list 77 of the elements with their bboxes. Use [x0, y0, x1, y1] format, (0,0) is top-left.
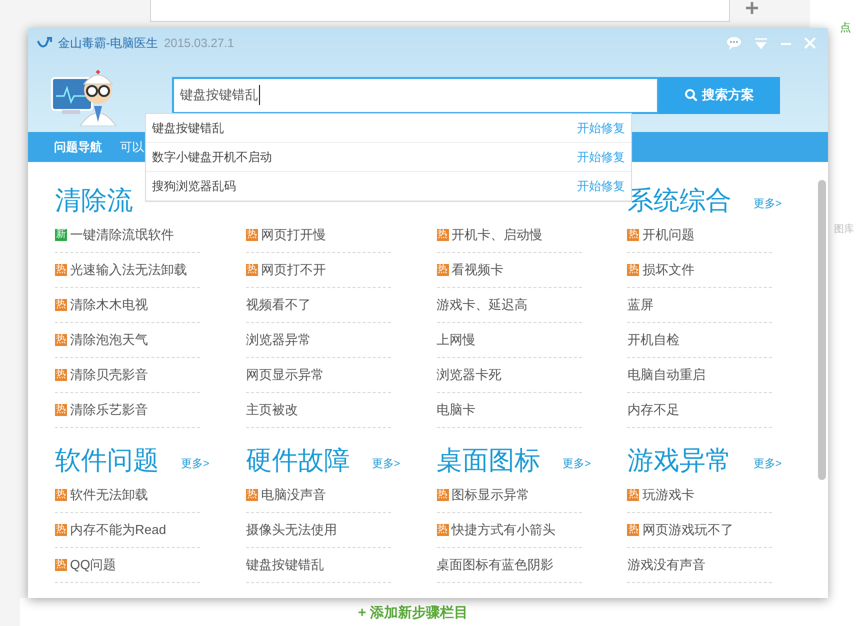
badge: 热 — [436, 264, 448, 276]
topic-link[interactable]: 玩游戏卡 — [642, 485, 694, 505]
section-title: 游戏异常 — [627, 444, 732, 476]
badge: 热 — [246, 489, 258, 501]
suggestion-item[interactable]: 键盘按键错乱 — [152, 119, 224, 137]
badge: 热 — [55, 264, 67, 276]
topic-link[interactable]: 摄像头无法使用 — [246, 520, 337, 540]
topic-link[interactable]: 主页被改 — [246, 400, 298, 420]
section-title: 软件问题 — [55, 444, 159, 476]
chat-icon[interactable] — [726, 36, 742, 50]
suggestion-item[interactable]: 数字小键盘开机不启动 — [152, 148, 272, 166]
topic-link[interactable]: 游戏没有声音 — [627, 555, 706, 575]
topic-link[interactable]: 电脑卡 — [436, 400, 476, 420]
topic-link[interactable]: 软件无法卸载 — [70, 485, 148, 505]
topic-link[interactable]: 内存不足 — [627, 400, 680, 420]
scrollbar-thumb[interactable] — [818, 180, 826, 480]
topic-link[interactable]: 电脑自动重启 — [627, 365, 706, 385]
topic-link[interactable]: 网页打开慢 — [260, 225, 326, 245]
badge: 热 — [436, 229, 448, 241]
badge: 热 — [55, 299, 67, 311]
topic-link[interactable]: 图标显示异常 — [452, 485, 530, 505]
topic-link[interactable]: 清除泡泡天气 — [70, 330, 148, 350]
topic-link[interactable]: 损坏文件 — [642, 260, 694, 280]
badge: 热 — [246, 229, 258, 241]
close-icon[interactable] — [804, 37, 816, 49]
text-area[interactable] — [150, 0, 730, 22]
badge: 新 — [55, 229, 67, 241]
app-name: 金山毒霸-电脑医生 — [58, 35, 158, 52]
badge: 热 — [246, 264, 258, 276]
section-title: 系统综合 — [627, 184, 732, 216]
side-label: 图库 — [834, 222, 854, 237]
topic-link[interactable]: 清除乐艺影音 — [70, 400, 148, 420]
version-text: 2015.03.27.1 — [164, 35, 234, 52]
search-icon — [685, 89, 697, 101]
plus-icon[interactable] — [746, 2, 758, 14]
topic-link[interactable]: 开机自检 — [627, 330, 680, 350]
topic-link[interactable]: 网页显示异常 — [246, 365, 324, 385]
topic-link[interactable]: 电脑没声音 — [260, 485, 326, 505]
right-link[interactable]: 点 — [840, 20, 851, 36]
badge: 热 — [436, 524, 448, 536]
topic-link[interactable]: 浏览器异常 — [246, 330, 311, 350]
topic-link[interactable]: 一键清除流氓软件 — [70, 225, 174, 245]
badge: 热 — [55, 334, 67, 346]
topic-link[interactable]: 桌面图标有蓝色阴影 — [436, 555, 554, 575]
search-field[interactable]: 键盘按键错乱 — [172, 76, 659, 114]
section-title: 清除流 — [55, 184, 133, 216]
topic-link[interactable]: 清除贝壳影音 — [70, 365, 148, 385]
topic-link[interactable]: 游戏卡、延迟高 — [436, 295, 528, 315]
section-title: 硬件故障 — [246, 444, 350, 476]
suggestion-item[interactable]: 搜狗浏览器乱码 — [152, 177, 236, 195]
topic-link[interactable]: 网页打不开 — [260, 260, 326, 280]
topic-link[interactable]: 浏览器卡死 — [436, 365, 502, 385]
topic-link[interactable]: 清除木木电视 — [70, 295, 148, 315]
topic-link[interactable]: 看视频卡 — [452, 260, 504, 280]
topic-link[interactable]: 开机卡、启动慢 — [452, 225, 542, 245]
badge: 热 — [55, 404, 67, 416]
topic-link[interactable]: 蓝屏 — [627, 295, 654, 315]
badge: 热 — [627, 489, 640, 501]
dropdown-menu-icon[interactable] — [754, 37, 768, 49]
badge: 热 — [627, 229, 640, 241]
badge: 热 — [436, 489, 448, 501]
badge: 热 — [55, 489, 67, 501]
badge: 热 — [627, 264, 640, 276]
topic-link[interactable]: 开机问题 — [642, 225, 694, 245]
topic-link[interactable]: 网页游戏玩不了 — [642, 520, 734, 540]
topic-link[interactable]: 键盘按键错乱 — [246, 555, 324, 575]
topic-link[interactable]: 上网慢 — [436, 330, 476, 350]
badge: 热 — [627, 524, 640, 536]
topic-link[interactable]: 快捷方式有小箭头 — [452, 520, 556, 540]
topic-link[interactable]: 光速输入法无法卸载 — [70, 260, 187, 280]
badge: 热 — [55, 559, 67, 571]
badge: 热 — [55, 524, 67, 536]
topic-link[interactable]: QQ问题 — [70, 555, 116, 575]
topic-link[interactable]: 视频看不了 — [246, 295, 311, 315]
topic-link[interactable]: 内存不能为Read — [70, 520, 166, 540]
badge: 热 — [55, 369, 67, 381]
section-title: 桌面图标 — [436, 444, 540, 476]
